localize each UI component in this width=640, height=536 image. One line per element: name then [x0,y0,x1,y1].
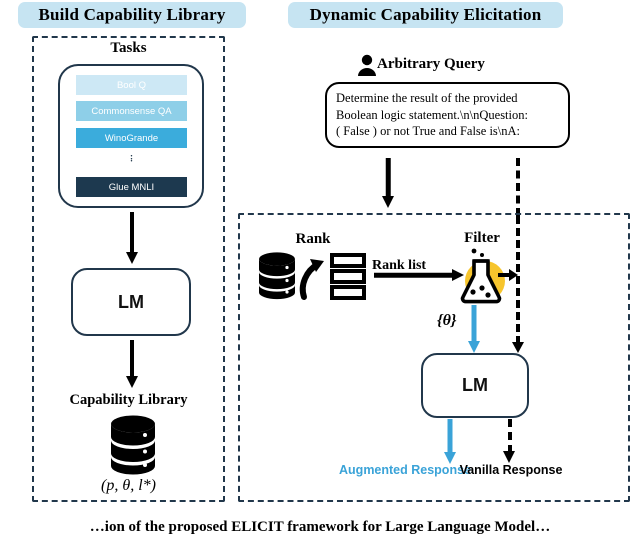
task-chip-0[interactable]: Bool Q [76,75,187,95]
right-lm-label: LM [462,375,488,395]
task-chip-2[interactable]: WinoGrande [76,128,187,148]
vanilla-response-label: Vanilla Response [459,463,563,477]
database-icon [111,415,155,475]
right-panel-header-label: Dynamic Capability Elicitation [309,5,542,24]
arrow-tasks-to-lm [125,212,139,264]
task-label-1: Commonsense QA [91,105,172,117]
right-panel-header: Dynamic Capability Elicitation [288,2,563,28]
arrow-vanilla-response-head [503,451,515,463]
dashed-bypass-bottom [516,216,520,344]
task-label-2: WinoGrande [104,132,159,144]
arrow-lm-to-library [125,340,139,388]
theta-label: {θ} [437,312,457,329]
figure-caption: …ion of the proposed ELICIT framework fo… [89,519,551,535]
dashed-bypass-top [516,158,520,216]
left-lm-box: LM [71,268,191,336]
task-chip-1[interactable]: Commonsense QA [76,101,187,121]
query-bubble: Determine the result of the provided Boo… [325,82,570,148]
left-lm-label: LM [118,291,144,312]
task-chip-3[interactable]: Glue MNLI [76,177,187,197]
task-label-0: Bool Q [116,79,147,91]
query-line-1: Boolean logic statement.\n\nQuestion: [336,107,528,122]
left-panel-header-label: Build Capability Library [38,5,226,24]
left-panel-header: Build Capability Library [18,2,246,28]
rank-title: Rank [295,231,331,247]
person-icon [358,54,376,76]
arbitrary-query-label: Arbitrary Query [377,56,485,72]
capability-library-title: Capability Library [69,392,188,408]
arrow-query-to-pipeline [381,158,395,210]
rank-icons [259,252,366,300]
query-line-2: ( False ) or not True and False is\nA: [336,124,521,138]
task-label-3: Glue MNLI [108,181,155,193]
query-line-0: Determine the result of the provided [336,91,518,105]
arrow-theta-to-lm [467,305,481,355]
dashed-bypass-arrowhead [512,342,524,353]
right-lm-box: LM [421,353,529,418]
arrow-augmented-response [443,419,457,466]
arrow-vanilla-response-shaft [508,419,512,453]
tasks-ellipsis: · · · [129,151,133,167]
tasks-title: Tasks [110,40,147,56]
capability-tuple: (p, θ, l*) [101,477,156,494]
